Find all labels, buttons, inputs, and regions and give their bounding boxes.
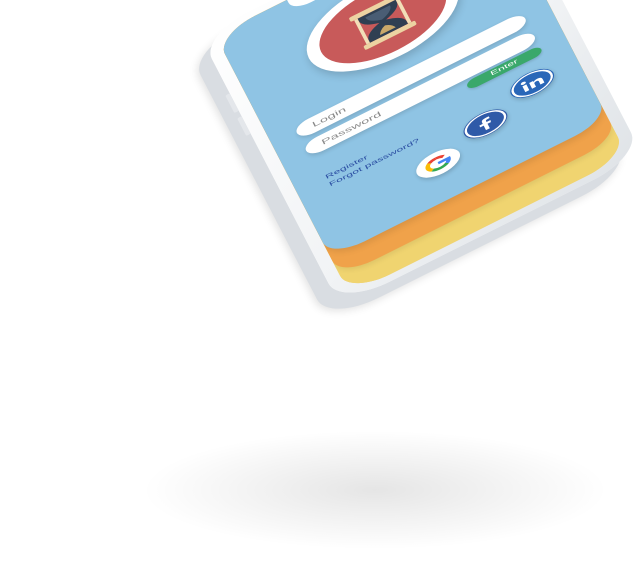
phone-shadow	[140, 430, 610, 550]
linkedin-icon	[511, 69, 553, 98]
google-button[interactable]	[411, 142, 465, 184]
app-screen: Enter Register Forgot password?	[215, 0, 628, 295]
facebook-icon	[464, 110, 507, 138]
volume-button	[225, 93, 239, 114]
linkedin-button[interactable]	[505, 62, 559, 104]
facebook-button[interactable]	[459, 103, 512, 145]
phone-mockup: Enter Register Forgot password?	[200, 0, 641, 307]
volume-button	[237, 116, 251, 136]
phone-body: Enter Register Forgot password?	[200, 0, 641, 307]
forgot-password-link[interactable]: Forgot password?	[328, 137, 421, 188]
mockup-stage: Enter Register Forgot password?	[0, 0, 641, 571]
google-icon	[425, 154, 451, 172]
